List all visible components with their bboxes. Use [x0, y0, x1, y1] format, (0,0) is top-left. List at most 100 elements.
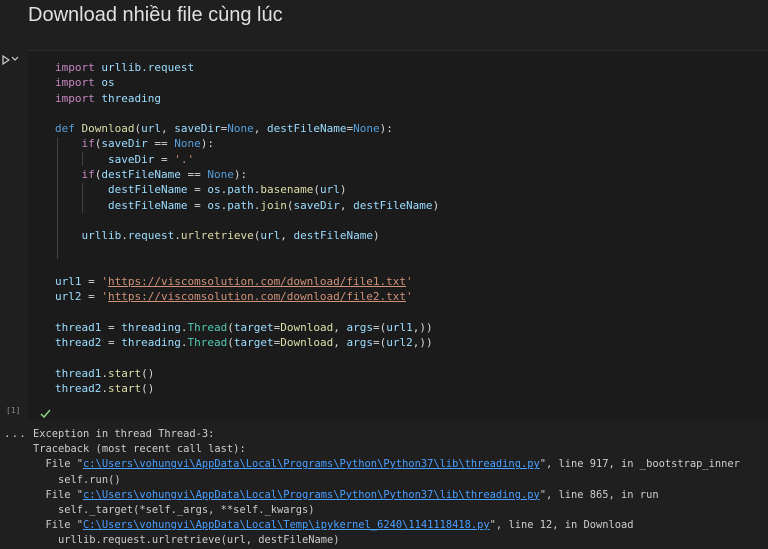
file-path-link[interactable]: c:\Users\vohungvi\AppData\Local\Programs… — [83, 458, 540, 470]
code-line: urllib.request.urlretrieve(url, destFile… — [55, 228, 439, 243]
code-token: ) — [372, 229, 380, 243]
code-token: None — [353, 122, 380, 136]
code-content[interactable]: import urllib.request import os import thr… — [55, 60, 439, 397]
code-token: = — [187, 183, 208, 197]
code-token: threading — [121, 336, 181, 350]
code-token: () — [141, 366, 155, 380]
code-token: destFileName — [107, 183, 188, 197]
output-line: File "c:\Users\vohungvi\AppData\Local\Pr… — [33, 488, 740, 503]
output-line: self._target(*self._args, **self._kwargs… — [33, 503, 740, 518]
code-token: target — [233, 321, 274, 335]
code-token: path — [227, 183, 254, 197]
code-token: urllib.request — [94, 61, 195, 74]
code-token: import — [55, 61, 95, 74]
code-token: thread1 — [55, 321, 102, 335]
code-token: import — [55, 76, 95, 90]
code-token: thread2 — [55, 382, 102, 396]
code-token: os — [207, 198, 221, 212]
code-line: thread1.start() — [55, 366, 439, 381]
code-token: saveDir — [101, 137, 148, 151]
code-token: path — [227, 198, 254, 212]
code-token: https://viscomsolution.com/download/file… — [108, 290, 407, 304]
code-token: Thread — [187, 336, 228, 350]
code-token: ", line 917, in _bootstrap_inner — [539, 458, 740, 471]
file-path-link[interactable]: c:\Users\vohungvi\AppData\Local\Programs… — [83, 489, 540, 501]
code-token: ,)) — [412, 321, 433, 335]
code-token: def — [55, 122, 82, 136]
code-token: url2 — [55, 290, 82, 304]
run-cell-button[interactable] — [0, 52, 26, 66]
play-icon — [2, 54, 10, 65]
code-token: thread2 — [55, 336, 102, 350]
code-token: Download — [280, 336, 334, 350]
code-token: ): — [379, 122, 393, 136]
code-token: self.run() — [33, 473, 121, 486]
chevron-down-icon[interactable] — [11, 56, 19, 62]
output-actions-menu[interactable]: ... — [4, 427, 27, 440]
code-token: https://viscomsolution.com/download/file… — [108, 275, 407, 289]
code-token: basename — [260, 183, 314, 197]
code-token: ) — [339, 183, 347, 197]
code-token: . — [174, 229, 181, 243]
code-token: , — [333, 321, 347, 335]
code-token: ' — [101, 275, 108, 289]
code-token: =( — [372, 336, 387, 350]
code-token: if — [81, 137, 95, 151]
code-token: ): — [200, 137, 214, 151]
code-token: = — [101, 321, 122, 335]
code-token: =( — [372, 321, 387, 335]
code-line: thread2.start() — [55, 381, 439, 396]
code-token: target — [233, 336, 274, 350]
code-token: start — [107, 382, 142, 396]
file-path-link[interactable]: C:\Users\vohungvi\AppData\Local\Temp\ipy… — [83, 519, 490, 531]
code-token: args — [346, 336, 373, 350]
code-line: saveDir = '.' — [55, 152, 439, 167]
code-token: thread1 — [55, 366, 102, 380]
code-line: import threading — [55, 91, 439, 106]
code-token: url1 — [386, 321, 413, 335]
code-token: () — [141, 382, 155, 396]
cell-status-bar — [28, 402, 768, 420]
code-token: saveDir — [107, 152, 155, 166]
code-token: ( — [227, 321, 234, 335]
code-token: Download — [280, 321, 334, 335]
code-token: self._target(*self._args, **self._kwargs… — [33, 503, 315, 516]
code-token: threading — [121, 321, 181, 335]
execution-count: [1] — [6, 406, 21, 415]
code-token: Traceback (most recent call last): — [33, 443, 246, 456]
code-token: None — [174, 137, 201, 151]
output-line: File "C:\Users\vohungvi\AppData\Local\Te… — [33, 518, 740, 533]
code-line: destFileName = os.path.basename(url) — [55, 182, 439, 197]
output-line: self.run() — [33, 473, 740, 488]
code-token: . — [101, 366, 108, 380]
code-token: request — [127, 229, 175, 243]
code-token: ' — [101, 290, 108, 304]
cell-output: Exception in thread Thread-3: Traceback (… — [33, 427, 740, 549]
output-line: File "c:\Users\vohungvi\AppData\Local\Pr… — [33, 457, 740, 472]
code-token: url1 — [55, 275, 82, 289]
code-token: '.' — [174, 152, 195, 166]
code-token: ( — [227, 336, 234, 350]
code-token: ( — [313, 183, 320, 197]
code-token: saveDir — [293, 198, 340, 212]
code-token: start — [107, 366, 142, 380]
code-token: ): — [233, 168, 248, 182]
code-token: , — [253, 122, 267, 136]
code-token: == — [180, 168, 208, 182]
code-token: = — [154, 152, 175, 166]
code-token: ' — [406, 275, 413, 289]
code-token: destFileName — [101, 168, 181, 182]
code-token: saveDir — [174, 122, 221, 136]
output-line: Exception in thread Thread-3: — [33, 427, 740, 442]
code-token: urllib — [81, 229, 122, 243]
code-token: threading — [94, 91, 161, 105]
